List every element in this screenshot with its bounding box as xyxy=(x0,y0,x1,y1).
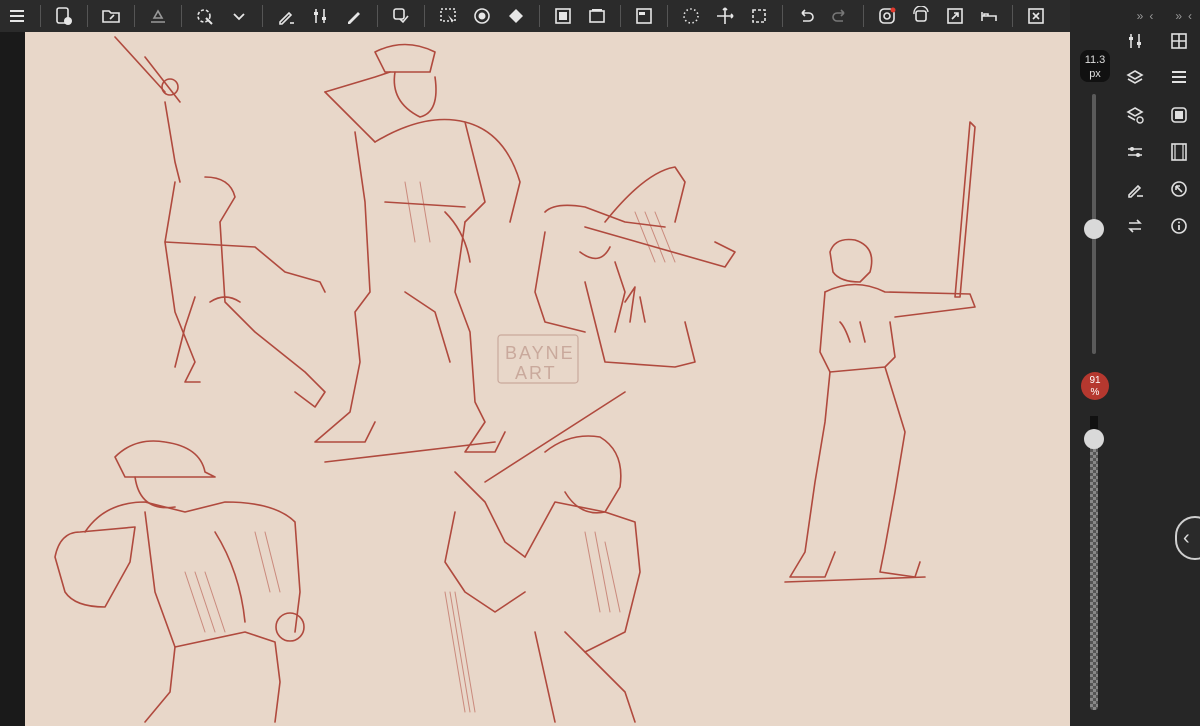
right-side-panel: » ‹ » ‹ 11.3 px 91 % xyxy=(1070,0,1200,726)
opacity-track[interactable] xyxy=(1090,416,1098,710)
square-fill-icon[interactable] xyxy=(1168,104,1190,126)
chevron-left-icon: ‹ xyxy=(1183,527,1190,549)
magic-select-icon[interactable] xyxy=(191,3,219,29)
toolbar-divider xyxy=(620,5,621,27)
grid-panel-icon[interactable] xyxy=(1168,30,1190,52)
collapse-chevron-2[interactable]: ‹ xyxy=(1188,9,1192,23)
layers-stack-icon[interactable] xyxy=(583,3,611,29)
brush-size-knob[interactable] xyxy=(1084,219,1104,239)
info-icon[interactable] xyxy=(1168,215,1190,237)
navigator-icon[interactable] xyxy=(1168,178,1190,200)
expand-chevron-2[interactable]: » xyxy=(1175,9,1182,23)
brush-adjust-icon[interactable] xyxy=(1124,30,1146,52)
figure-standing-player xyxy=(314,43,521,463)
toolbar-divider xyxy=(40,5,41,27)
toolbar-divider xyxy=(134,5,135,27)
menu-icon[interactable] xyxy=(3,3,31,29)
toolbar-divider xyxy=(377,5,378,27)
brush-slider-column: 11.3 px 91 % xyxy=(1074,30,1114,726)
fill-circle-icon[interactable] xyxy=(468,3,496,29)
crop-icon[interactable] xyxy=(745,3,773,29)
shading-hatches xyxy=(184,181,676,713)
selection-icon[interactable] xyxy=(434,3,462,29)
frame-icon[interactable] xyxy=(549,3,577,29)
toolbar-divider xyxy=(181,5,182,27)
figure-twisting-batter xyxy=(534,166,736,368)
swap-icon[interactable] xyxy=(1124,215,1146,237)
close-icon[interactable] xyxy=(1022,3,1050,29)
flip-tray-icon[interactable] xyxy=(144,3,172,29)
panel-icon-column-a xyxy=(1122,30,1148,237)
collapse-chevron-1[interactable]: ‹ xyxy=(1149,9,1153,23)
paint-bucket-icon[interactable] xyxy=(502,3,530,29)
loading-dots-icon[interactable] xyxy=(677,3,705,29)
left-canvas-margin xyxy=(0,32,25,726)
toolbar-divider xyxy=(667,5,668,27)
watermark-line1: BAYNE xyxy=(505,343,575,363)
undo-icon[interactable] xyxy=(792,3,820,29)
pen-icon[interactable] xyxy=(340,3,368,29)
panel-icon-column-b xyxy=(1166,30,1192,237)
brush-edit-icon[interactable] xyxy=(1124,178,1146,200)
layer-blend-icon[interactable] xyxy=(1124,104,1146,126)
brush-size-readout: 11.3 px xyxy=(1080,50,1110,82)
move-icon[interactable] xyxy=(711,3,739,29)
open-folder-icon[interactable] xyxy=(97,3,125,29)
bed-tool-icon[interactable] xyxy=(975,3,1003,29)
toolbar-divider xyxy=(782,5,783,27)
figure-pitcher-glove xyxy=(54,440,305,723)
toolbar-divider xyxy=(424,5,425,27)
toolbar-divider xyxy=(1012,5,1013,27)
brush-size-unit: px xyxy=(1089,68,1101,80)
layer-transform-icon[interactable] xyxy=(387,3,415,29)
opacity-unit: % xyxy=(1090,387,1100,398)
toolbar-divider xyxy=(863,5,864,27)
adjust-icon[interactable] xyxy=(306,3,334,29)
chevron-down-icon[interactable] xyxy=(225,3,253,29)
toolbar-divider xyxy=(262,5,263,27)
figure-leaping-player xyxy=(114,36,326,408)
film-strip-icon[interactable] xyxy=(1168,141,1190,163)
redo-icon[interactable] xyxy=(826,3,854,29)
top-toolbar xyxy=(0,0,1070,33)
figure-batter-stance xyxy=(784,121,976,583)
brush-size-value: 11.3 xyxy=(1084,54,1106,66)
panel-icon[interactable] xyxy=(630,3,658,29)
sketch-artwork: BAYNE ART xyxy=(54,36,976,723)
panel-chevron-row: » ‹ » ‹ xyxy=(1070,0,1200,32)
record-icon[interactable] xyxy=(873,3,901,29)
expand-chevron-1[interactable]: » xyxy=(1137,9,1144,23)
new-canvas-icon[interactable] xyxy=(50,3,78,29)
opacity-value: 91 xyxy=(1089,375,1101,386)
toolbar-divider xyxy=(87,5,88,27)
opacity-readout: 91 % xyxy=(1081,372,1109,400)
sliders-icon[interactable] xyxy=(1124,141,1146,163)
brush-settings-icon[interactable] xyxy=(272,3,300,29)
opacity-knob[interactable] xyxy=(1084,429,1104,449)
toolbar-divider xyxy=(539,5,540,27)
expand-icon[interactable] xyxy=(941,3,969,29)
rotate-canvas-icon[interactable] xyxy=(907,3,935,29)
drawing-canvas[interactable]: BAYNE ART xyxy=(25,32,1070,726)
watermark-line2: ART xyxy=(515,363,557,383)
figure-swinging-batter xyxy=(444,391,641,723)
layers-icon[interactable] xyxy=(1124,67,1146,89)
layer-list-icon[interactable] xyxy=(1168,67,1190,89)
